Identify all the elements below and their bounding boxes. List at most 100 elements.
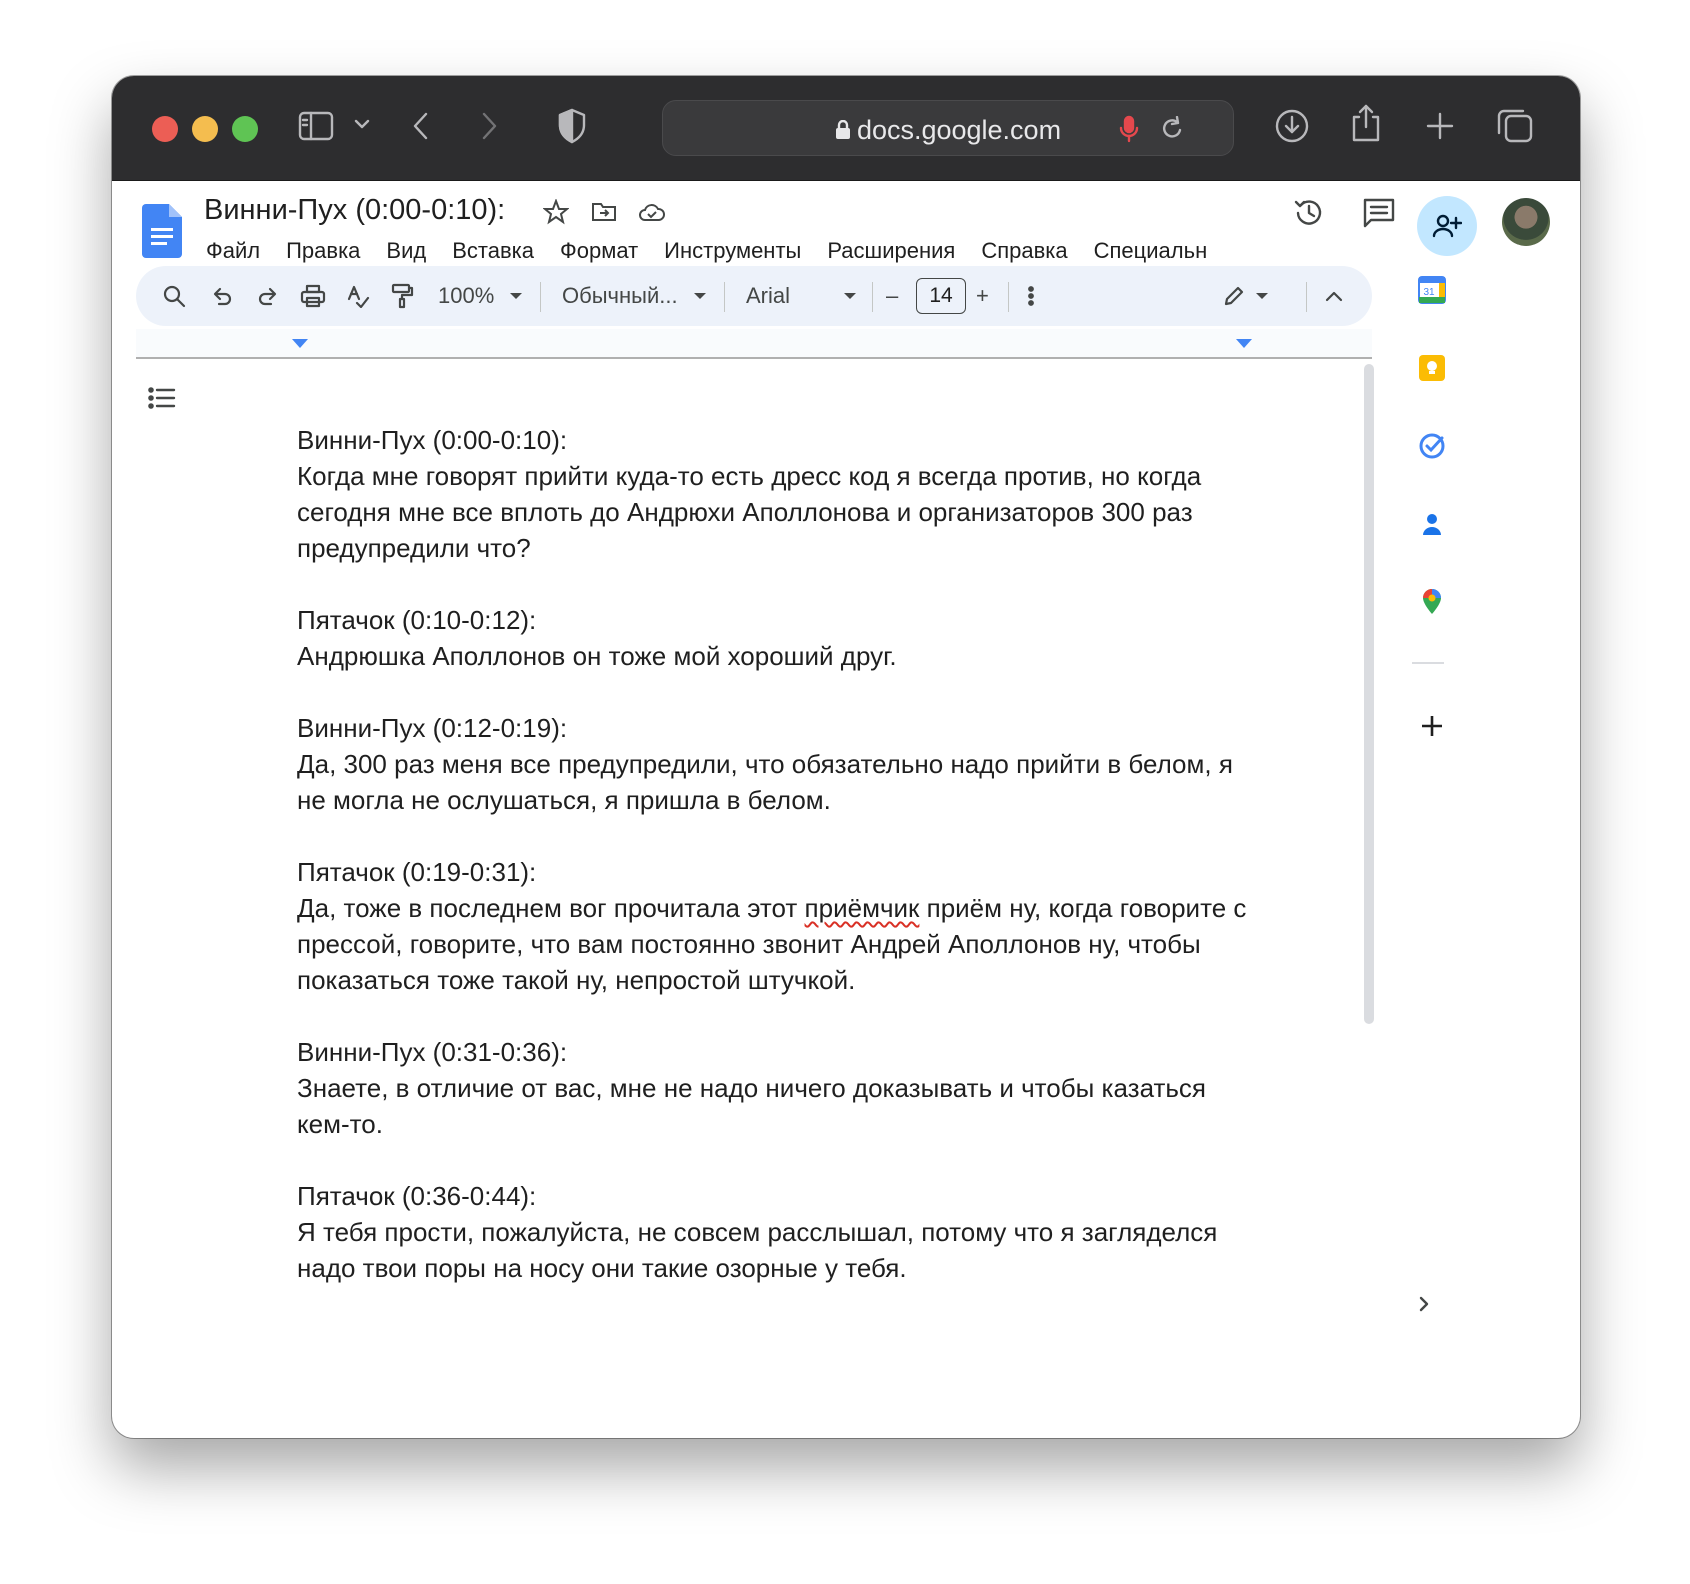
sidebar-toggle-icon[interactable] bbox=[296, 106, 336, 146]
vertical-scrollbar[interactable] bbox=[1364, 364, 1374, 1024]
svg-text:31: 31 bbox=[1423, 287, 1435, 298]
forward-icon[interactable] bbox=[474, 106, 504, 146]
add-person-icon bbox=[1432, 214, 1462, 238]
share-icon[interactable] bbox=[1346, 100, 1386, 146]
zoom-window-button[interactable] bbox=[232, 116, 258, 142]
docs-logo-icon[interactable] bbox=[142, 204, 182, 258]
transcript-paragraph: Пятачок (0:19-0:31): Да, тоже в последне… bbox=[297, 854, 1257, 998]
browser-titlebar: docs.google.com bbox=[112, 76, 1580, 181]
move-folder-icon[interactable] bbox=[590, 198, 618, 226]
increase-font-size-button[interactable]: + bbox=[976, 280, 989, 312]
toolbar-divider bbox=[540, 282, 541, 312]
side-panel-divider bbox=[1412, 662, 1444, 664]
undo-icon[interactable] bbox=[210, 280, 234, 312]
browser-window: docs.google.com Винни-Пух (0:00-0:10): Ф… bbox=[112, 76, 1580, 1438]
transcript-paragraph: Пятачок (0:36-0:44): Я тебя прости, пожа… bbox=[297, 1178, 1257, 1286]
privacy-shield-icon[interactable] bbox=[552, 104, 592, 148]
speech-text: Я тебя прости, пожалуйста, не совсем рас… bbox=[297, 1217, 1225, 1283]
version-history-icon[interactable] bbox=[1292, 196, 1326, 235]
editing-mode-select[interactable] bbox=[1222, 280, 1268, 312]
document-title[interactable]: Винни-Пух (0:00-0:10): bbox=[204, 194, 505, 227]
cloud-saved-icon[interactable] bbox=[638, 198, 666, 226]
paint-format-icon[interactable] bbox=[390, 280, 414, 312]
avatar[interactable] bbox=[1502, 198, 1550, 246]
menu-extensions[interactable]: Расширения bbox=[827, 238, 955, 264]
more-options-icon[interactable] bbox=[1026, 280, 1036, 312]
menu-file[interactable]: Файл bbox=[206, 238, 260, 264]
menu-help[interactable]: Справка bbox=[981, 238, 1067, 264]
spellcheck-icon[interactable] bbox=[346, 280, 370, 312]
menu-format[interactable]: Формат bbox=[560, 238, 638, 264]
back-icon[interactable] bbox=[406, 106, 436, 146]
show-side-panel-icon[interactable] bbox=[1416, 1294, 1432, 1319]
downloads-icon[interactable] bbox=[1272, 106, 1312, 146]
keep-icon[interactable] bbox=[1418, 354, 1446, 382]
pencil-icon bbox=[1224, 286, 1244, 306]
contacts-icon[interactable] bbox=[1418, 510, 1446, 538]
menu-view[interactable]: Вид bbox=[386, 238, 426, 264]
speech-text-part: Да, тоже в последнем вог прочитала этот bbox=[297, 893, 805, 923]
speech-text: Да, тоже в последнем вог прочитала этот … bbox=[297, 890, 1257, 998]
menu-edit[interactable]: Правка bbox=[286, 238, 360, 264]
right-indent-marker[interactable] bbox=[1236, 339, 1252, 348]
search-icon[interactable] bbox=[162, 280, 186, 312]
speaker-line: Пятачок (0:36-0:44): bbox=[297, 1181, 537, 1211]
speech-text: Андрюшка Аполлонов он тоже мой хороший д… bbox=[297, 641, 897, 671]
add-addon-icon[interactable] bbox=[1418, 712, 1446, 740]
url-text: docs.google.com bbox=[856, 115, 1062, 145]
maps-icon[interactable] bbox=[1418, 588, 1446, 616]
speaker-line: Винни-Пух (0:00-0:10): bbox=[297, 425, 568, 455]
menu-tools[interactable]: Инструменты bbox=[664, 238, 801, 264]
chevron-down-icon[interactable] bbox=[350, 112, 374, 136]
speech-text: Да, 300 раз меня все предупредили, что о… bbox=[297, 749, 1241, 815]
print-icon[interactable] bbox=[300, 280, 326, 312]
menu-accessibility[interactable]: Специальн bbox=[1094, 238, 1208, 264]
zoom-value: 100% bbox=[438, 283, 495, 308]
transcript-paragraph: Винни-Пух (0:00-0:10): Когда мне говорят… bbox=[297, 422, 1257, 566]
calendar-icon[interactable]: 31 bbox=[1418, 276, 1446, 304]
speaker-line: Пятачок (0:19-0:31): bbox=[297, 857, 537, 887]
style-caret-icon bbox=[693, 293, 706, 299]
address-bar[interactable]: docs.google.com bbox=[662, 100, 1234, 156]
paragraph-style-select[interactable]: Обычный... bbox=[562, 280, 706, 312]
tasks-icon[interactable] bbox=[1418, 432, 1446, 460]
decrease-font-size-button[interactable]: – bbox=[886, 280, 898, 312]
font-caret-icon bbox=[844, 293, 856, 299]
left-indent-marker[interactable] bbox=[292, 339, 308, 348]
toolbar-divider bbox=[1306, 282, 1307, 312]
document-body[interactable]: Винни-Пух (0:00-0:10): Когда мне говорят… bbox=[297, 422, 1257, 1322]
toolbar-divider bbox=[872, 282, 873, 312]
menu-insert[interactable]: Вставка bbox=[452, 238, 534, 264]
toolbar-divider bbox=[724, 282, 725, 312]
zoom-select[interactable]: 100% bbox=[438, 280, 523, 312]
speaker-line: Винни-Пух (0:12-0:19): bbox=[297, 713, 568, 743]
plus-icon: + bbox=[976, 283, 989, 308]
speaker-line: Пятачок (0:10-0:12): bbox=[297, 605, 537, 635]
speaker-line: Винни-Пух (0:31-0:36): bbox=[297, 1037, 568, 1067]
transcript-paragraph: Винни-Пух (0:31-0:36): Знаете, в отличие… bbox=[297, 1034, 1257, 1142]
zoom-caret-icon bbox=[510, 293, 523, 299]
font-size-input[interactable]: 14 bbox=[916, 278, 966, 314]
speech-text: Когда мне говорят прийти куда-то есть др… bbox=[297, 461, 1209, 563]
comments-icon[interactable] bbox=[1362, 196, 1396, 235]
document-outline-icon[interactable] bbox=[148, 386, 176, 415]
docs-toolbar: 100% Обычный... Arial – 14 + bbox=[136, 266, 1372, 326]
redo-icon[interactable] bbox=[256, 280, 280, 312]
docs-menubar: Файл Правка Вид Вставка Формат Инструмен… bbox=[206, 238, 1241, 264]
transcript-paragraph: Пятачок (0:10-0:12): Андрюшка Аполлонов … bbox=[297, 602, 1257, 674]
misspelled-word[interactable]: приёмчик bbox=[805, 893, 920, 923]
close-window-button[interactable] bbox=[152, 116, 178, 142]
minus-icon: – bbox=[886, 283, 899, 308]
share-button[interactable] bbox=[1417, 196, 1477, 256]
tab-overview-icon[interactable] bbox=[1494, 104, 1536, 146]
new-tab-icon[interactable] bbox=[1420, 106, 1460, 146]
minimize-window-button[interactable] bbox=[192, 116, 218, 142]
reload-icon[interactable] bbox=[1157, 113, 1187, 145]
toolbar-divider bbox=[1008, 282, 1009, 312]
microphone-icon[interactable] bbox=[1115, 113, 1143, 145]
star-icon[interactable] bbox=[542, 198, 570, 226]
collapse-menus-icon[interactable] bbox=[1324, 280, 1344, 312]
lock-icon bbox=[835, 116, 851, 139]
transcript-paragraph: Винни-Пух (0:12-0:19): Да, 300 раз меня … bbox=[297, 710, 1257, 818]
font-family-select[interactable]: Arial bbox=[746, 280, 856, 312]
